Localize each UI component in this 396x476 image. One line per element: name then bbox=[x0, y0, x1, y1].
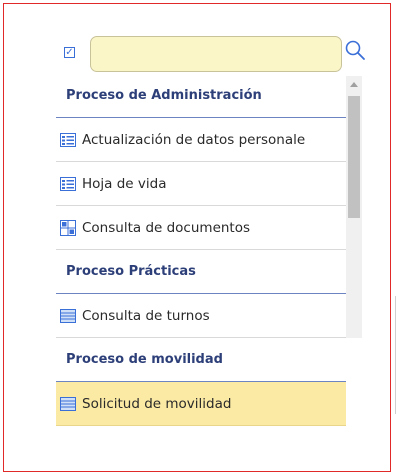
group-header-practicas[interactable]: Proceso Prácticas bbox=[56, 250, 346, 294]
menu-item-label: Consulta de documentos bbox=[82, 219, 251, 236]
menu-item-label: Consulta de turnos bbox=[82, 307, 210, 324]
menu-item-label: Solicitud de movilidad bbox=[82, 395, 232, 412]
menu-item-consulta-turnos[interactable]: Consulta de turnos bbox=[56, 294, 346, 338]
menu-item-actualizacion-datos[interactable]: Actualización de datos personale bbox=[56, 118, 346, 162]
menu-scrollbar[interactable] bbox=[346, 76, 362, 338]
checkbox-checked-icon[interactable]: ✓ bbox=[64, 47, 75, 58]
search-row: ✓ bbox=[56, 36, 368, 72]
search-icon[interactable] bbox=[343, 38, 367, 62]
table-icon bbox=[60, 308, 76, 323]
menu-item-solicitud-movilidad[interactable]: Solicitud de movilidad bbox=[56, 382, 346, 426]
menu-item-label: Actualización de datos personale bbox=[82, 131, 306, 148]
group-header-administracion[interactable]: Proceso de Administración bbox=[56, 74, 346, 118]
list-icon bbox=[60, 132, 76, 147]
group-header-label: Proceso de movilidad bbox=[66, 352, 223, 367]
menu-list: Proceso de Administración Actualización … bbox=[56, 74, 346, 452]
menu-item-label: Hoja de vida bbox=[82, 175, 167, 192]
group-header-label: Proceso de Administración bbox=[66, 88, 262, 103]
group-header-movilidad[interactable]: Proceso de movilidad bbox=[56, 338, 346, 382]
scroll-up-arrow-icon[interactable] bbox=[350, 82, 358, 87]
group-header-label: Proceso Prácticas bbox=[66, 264, 196, 279]
menu-item-hoja-de-vida[interactable]: Hoja de vida bbox=[56, 162, 346, 206]
scrollbar-thumb[interactable] bbox=[348, 96, 360, 218]
grid-icon bbox=[60, 219, 76, 236]
search-input[interactable] bbox=[90, 36, 342, 72]
menu-item-consulta-documentos[interactable]: Consulta de documentos bbox=[56, 206, 346, 250]
list-icon bbox=[60, 176, 76, 191]
table-icon bbox=[60, 396, 76, 411]
